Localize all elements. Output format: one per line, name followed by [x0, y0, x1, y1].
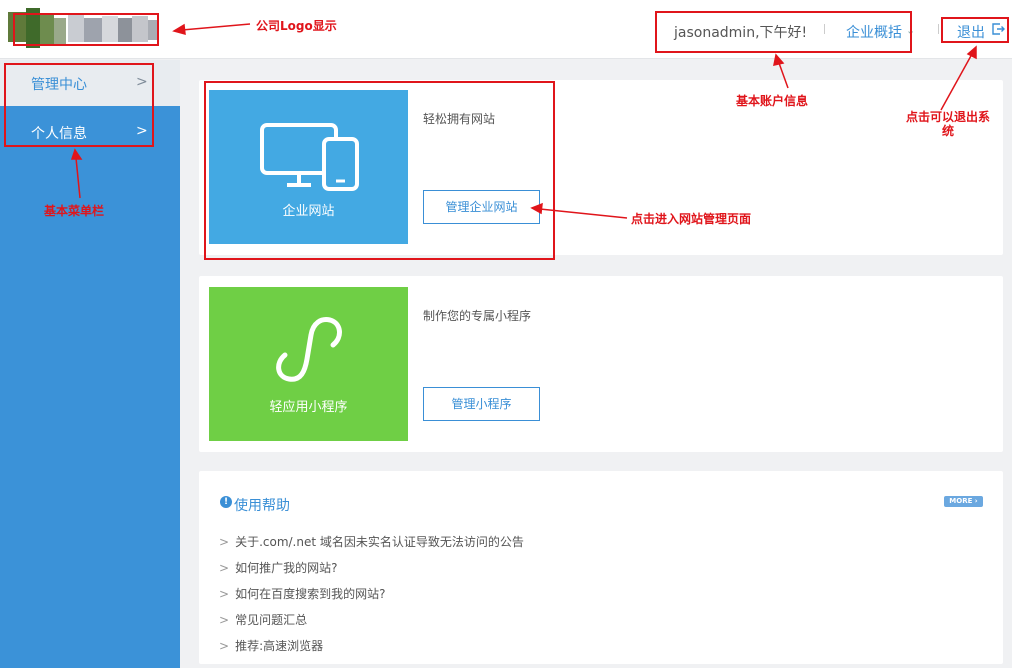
annotation-text-account: 基本账户信息	[736, 94, 809, 108]
annotation-text-menu: 基本菜单栏	[44, 204, 105, 218]
annotation-text-logout: 点击可以退出系统	[906, 110, 991, 138]
annotation-text-enter-site: 点击进入网站管理页面	[631, 212, 752, 226]
annotation-text-logo: 公司Logo显示	[256, 19, 337, 33]
annotation-arrows	[70, 23, 977, 219]
